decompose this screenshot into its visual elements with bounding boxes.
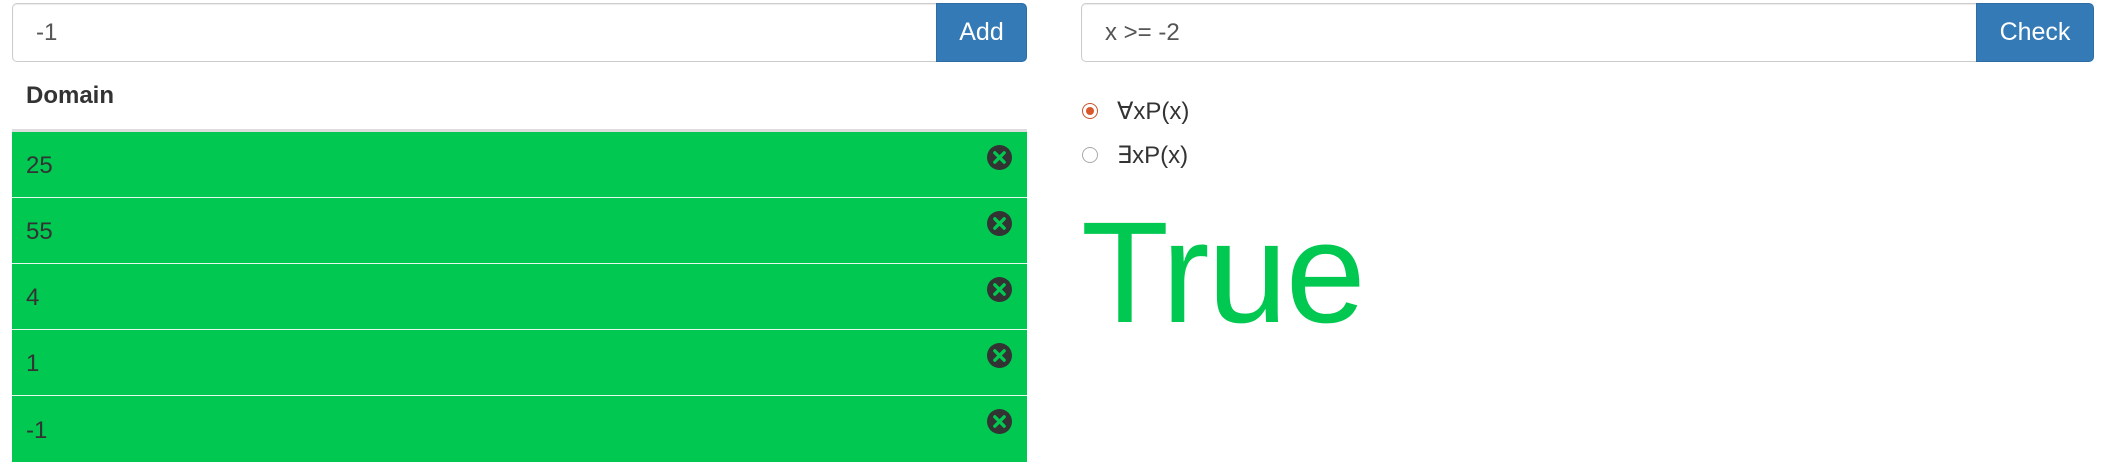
predicate-input[interactable] — [1081, 3, 1976, 62]
domain-row: 4 — [12, 264, 1027, 330]
remove-circle-icon[interactable] — [987, 343, 1012, 368]
quantifier-options: ∀xP(x) ∃xP(x) — [1081, 89, 2094, 177]
domain-value: 55 — [26, 218, 53, 245]
domain-value: -1 — [26, 416, 48, 444]
quantifier-option-forall[interactable]: ∀xP(x) — [1081, 89, 2094, 133]
remove-circle-icon[interactable] — [987, 211, 1012, 236]
domain-value: 4 — [26, 284, 40, 311]
domain-panel: Add Domain 25 55 4 1 — [12, 3, 1027, 462]
domain-row: -1 — [12, 396, 1027, 462]
exists-radio[interactable] — [1082, 147, 1098, 163]
domain-header: Domain — [12, 62, 1027, 132]
remove-circle-icon[interactable] — [987, 277, 1012, 302]
domain-row: 1 — [12, 330, 1027, 396]
exists-label[interactable]: ∃xP(x) — [1117, 141, 1188, 170]
predicate-form: Check — [1081, 3, 2094, 62]
remove-circle-icon[interactable] — [987, 145, 1012, 170]
result-text: True — [1081, 192, 1366, 353]
domain-value: 1 — [26, 350, 40, 377]
domain-value: 25 — [26, 152, 53, 179]
domain-row: 25 — [12, 132, 1027, 198]
forall-label[interactable]: ∀xP(x) — [1117, 97, 1189, 126]
add-element-input[interactable] — [12, 3, 936, 62]
domain-row: 55 — [12, 198, 1027, 264]
check-button[interactable]: Check — [1976, 3, 2094, 62]
add-element-form: Add — [12, 3, 1027, 62]
quantifier-option-exists[interactable]: ∃xP(x) — [1081, 133, 2094, 177]
predicate-panel: Check ∀xP(x) ∃xP(x) True — [1081, 3, 2094, 345]
add-button[interactable]: Add — [936, 3, 1027, 62]
remove-circle-icon[interactable] — [987, 409, 1012, 434]
domain-table: Domain 25 55 4 1 -1 — [12, 62, 1027, 462]
forall-radio[interactable] — [1082, 103, 1098, 119]
